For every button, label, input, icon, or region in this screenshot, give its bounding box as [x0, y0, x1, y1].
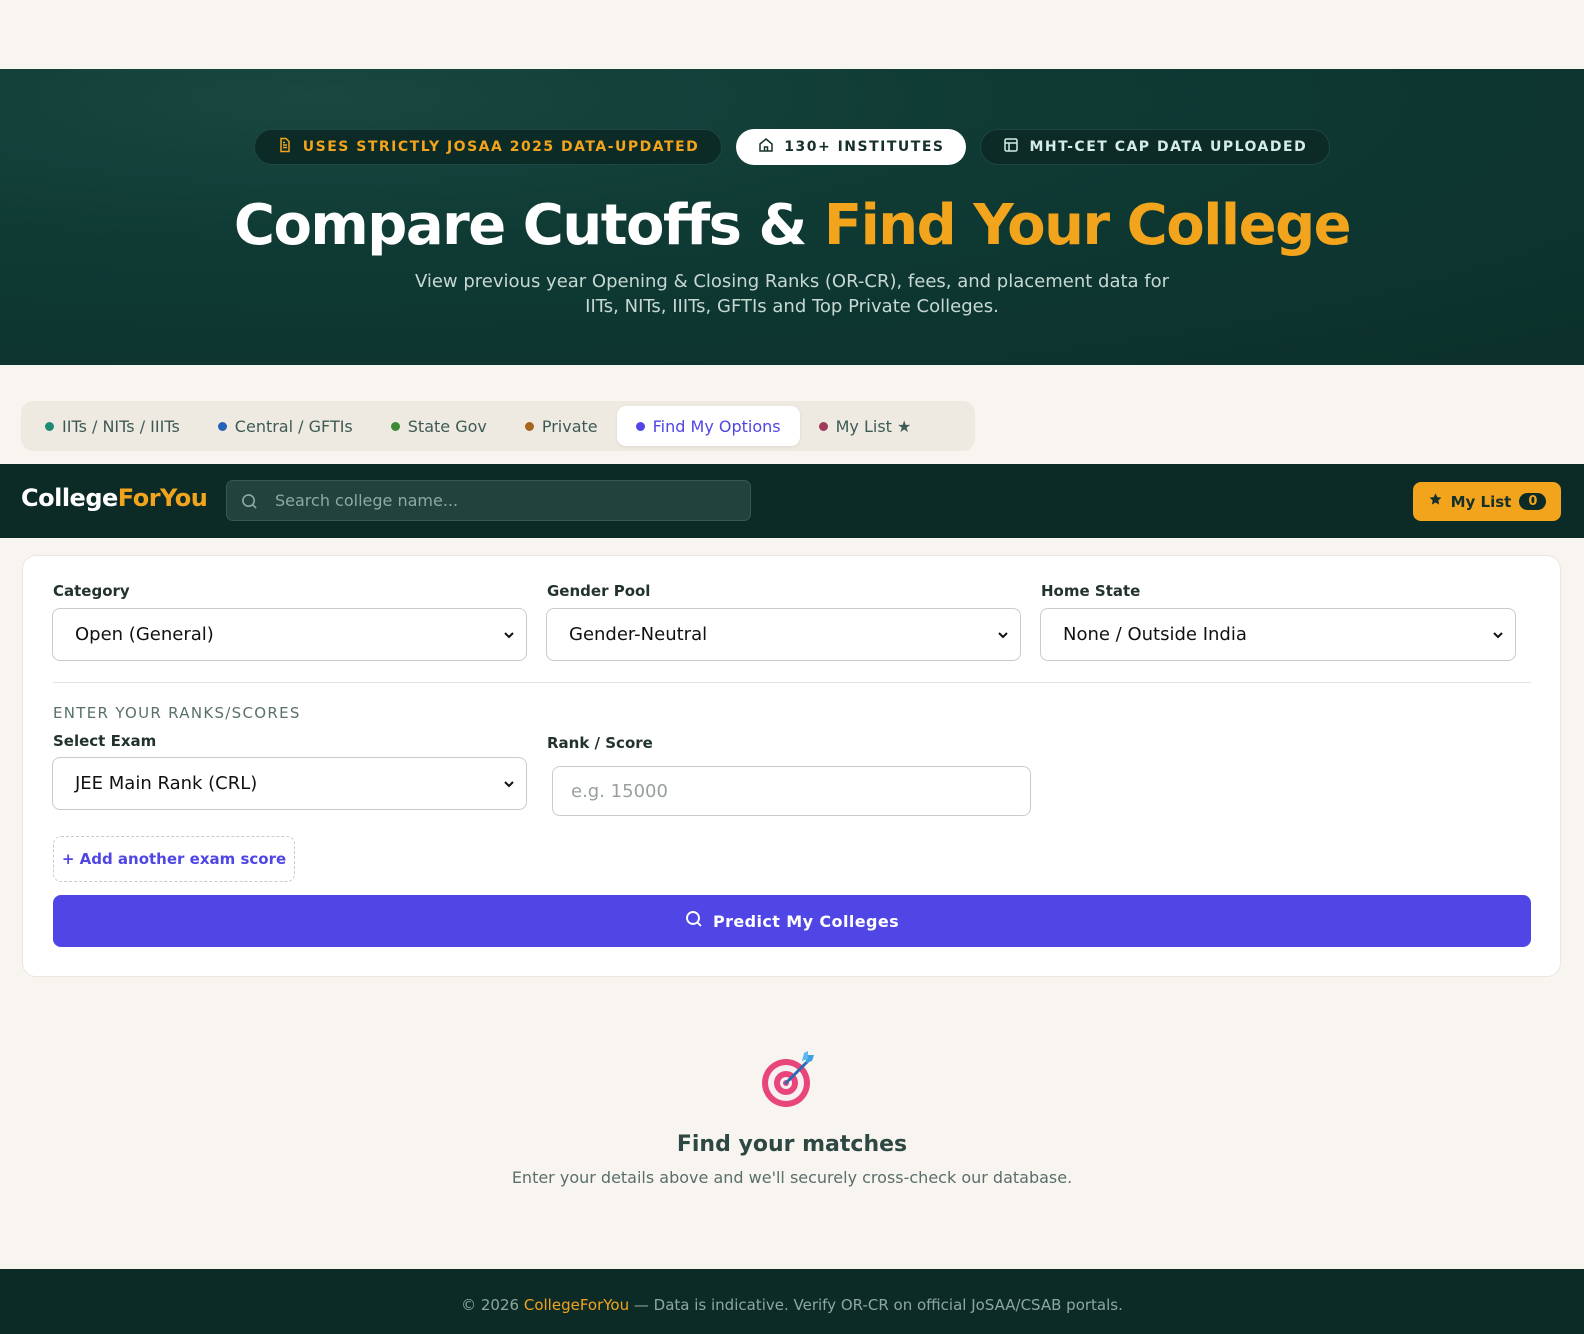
tab-find-my-options[interactable]: Find My Options — [616, 406, 800, 446]
search-input[interactable] — [275, 481, 735, 520]
document-icon — [277, 137, 293, 157]
tab-iits-nits-iiits[interactable]: IITs / NITs / IIITs — [26, 406, 199, 446]
tab-label: Private — [541, 416, 598, 436]
tab-label: My List ★ — [835, 416, 912, 436]
predictor-form-card: Category Open (General) Gender Pool Gend… — [22, 555, 1561, 977]
tab-label: IITs / NITs / IIITs — [62, 416, 180, 436]
tab-dot — [390, 421, 400, 431]
hero-title-accent: Find Your College — [823, 193, 1352, 258]
table-icon — [1003, 137, 1019, 157]
footer-brand-link[interactable]: CollegeForYou — [524, 1296, 629, 1314]
star-icon — [1428, 492, 1443, 511]
predict-colleges-button[interactable]: Predict My Colleges — [53, 895, 1531, 947]
tab-label: Central / GFTIs — [234, 416, 353, 436]
home-state-value: None / Outside India — [1063, 624, 1247, 645]
gender-pool-label: Gender Pool — [547, 582, 651, 600]
my-list-button[interactable]: My List 0 — [1413, 482, 1561, 521]
predict-label: Predict My Colleges — [712, 911, 899, 931]
select-exam-label: Select Exam — [53, 732, 157, 750]
tab-my-list[interactable]: My List ★ — [800, 406, 931, 446]
add-exam-score-button[interactable]: + Add another exam score — [53, 836, 295, 882]
category-value: Open (General) — [75, 624, 214, 645]
hero-pills: USES STRICTLY JOSAA 2025 DATA-UPDATED 13… — [0, 129, 1584, 165]
search-icon — [685, 910, 703, 932]
footer-text: © 2026 CollegeForYou — Data is indicativ… — [461, 1296, 1123, 1314]
my-list-label: My List — [1450, 492, 1512, 511]
pill-label: 130+ INSTITUTES — [784, 139, 945, 155]
tab-label: State Gov — [407, 416, 487, 436]
empty-state-title: Find your matches — [676, 1132, 908, 1157]
hero-subtitle: View previous year Opening & Closing Ran… — [414, 271, 1170, 317]
home-state-select[interactable]: None / Outside India — [1040, 608, 1516, 661]
home-state-label: Home State — [1041, 582, 1141, 600]
josaa-data-pill: USES STRICTLY JOSAA 2025 DATA-UPDATED — [253, 129, 723, 165]
mht-cet-pill: MHT-CET CAP DATA UPLOADED — [980, 129, 1331, 165]
navbar: CollegeForYou My List 0 — [0, 464, 1584, 538]
institutes-pill: 130+ INSTITUTES — [736, 129, 967, 165]
category-select[interactable]: Open (General) — [52, 608, 527, 661]
gender-pool-select[interactable]: Gender-Neutral — [546, 608, 1021, 661]
my-list-count-badge: 0 — [1519, 493, 1547, 510]
footer: © 2026 CollegeForYou — Data is indicativ… — [0, 1269, 1584, 1334]
empty-state-subtitle: Enter your details above and we'll secur… — [511, 1168, 1073, 1187]
tab-label: Find My Options — [652, 416, 781, 436]
pill-label: USES STRICTLY JOSAA 2025 DATA-UPDATED — [302, 139, 700, 155]
tab-central-gftis[interactable]: Central / GFTIs — [199, 406, 372, 446]
tab-dot — [635, 421, 645, 431]
tab-state-gov[interactable]: State Gov — [372, 406, 506, 446]
exam-value: JEE Main Rank (CRL) — [75, 773, 258, 794]
hero-banner: USES STRICTLY JOSAA 2025 DATA-UPDATED 13… — [0, 69, 1584, 365]
target-icon — [760, 1049, 820, 1109]
exam-select[interactable]: JEE Main Rank (CRL) — [52, 757, 527, 810]
logo-accent: ForYou — [117, 484, 208, 512]
site-logo[interactable]: CollegeForYou — [21, 484, 208, 512]
tab-dot — [45, 421, 54, 431]
tab-dot — [217, 421, 227, 431]
tab-dot — [818, 421, 828, 431]
tab-dot — [524, 421, 534, 431]
tab-private[interactable]: Private — [506, 406, 617, 446]
search-box — [226, 480, 751, 521]
home-icon — [758, 137, 774, 157]
hero-title: Compare Cutoffs & Find Your College — [233, 193, 1352, 258]
gender-pool-value: Gender-Neutral — [569, 624, 708, 645]
ranks-section-heading: ENTER YOUR RANKS/SCORES — [53, 704, 301, 722]
form-divider — [53, 682, 1531, 683]
pill-label: MHT-CET CAP DATA UPLOADED — [1029, 139, 1308, 155]
rank-score-label: Rank / Score — [547, 734, 653, 752]
category-label: Category — [53, 582, 130, 600]
category-tabs: IITs / NITs / IIITs Central / GFTIs Stat… — [21, 401, 975, 451]
rank-score-input[interactable] — [552, 766, 1031, 816]
